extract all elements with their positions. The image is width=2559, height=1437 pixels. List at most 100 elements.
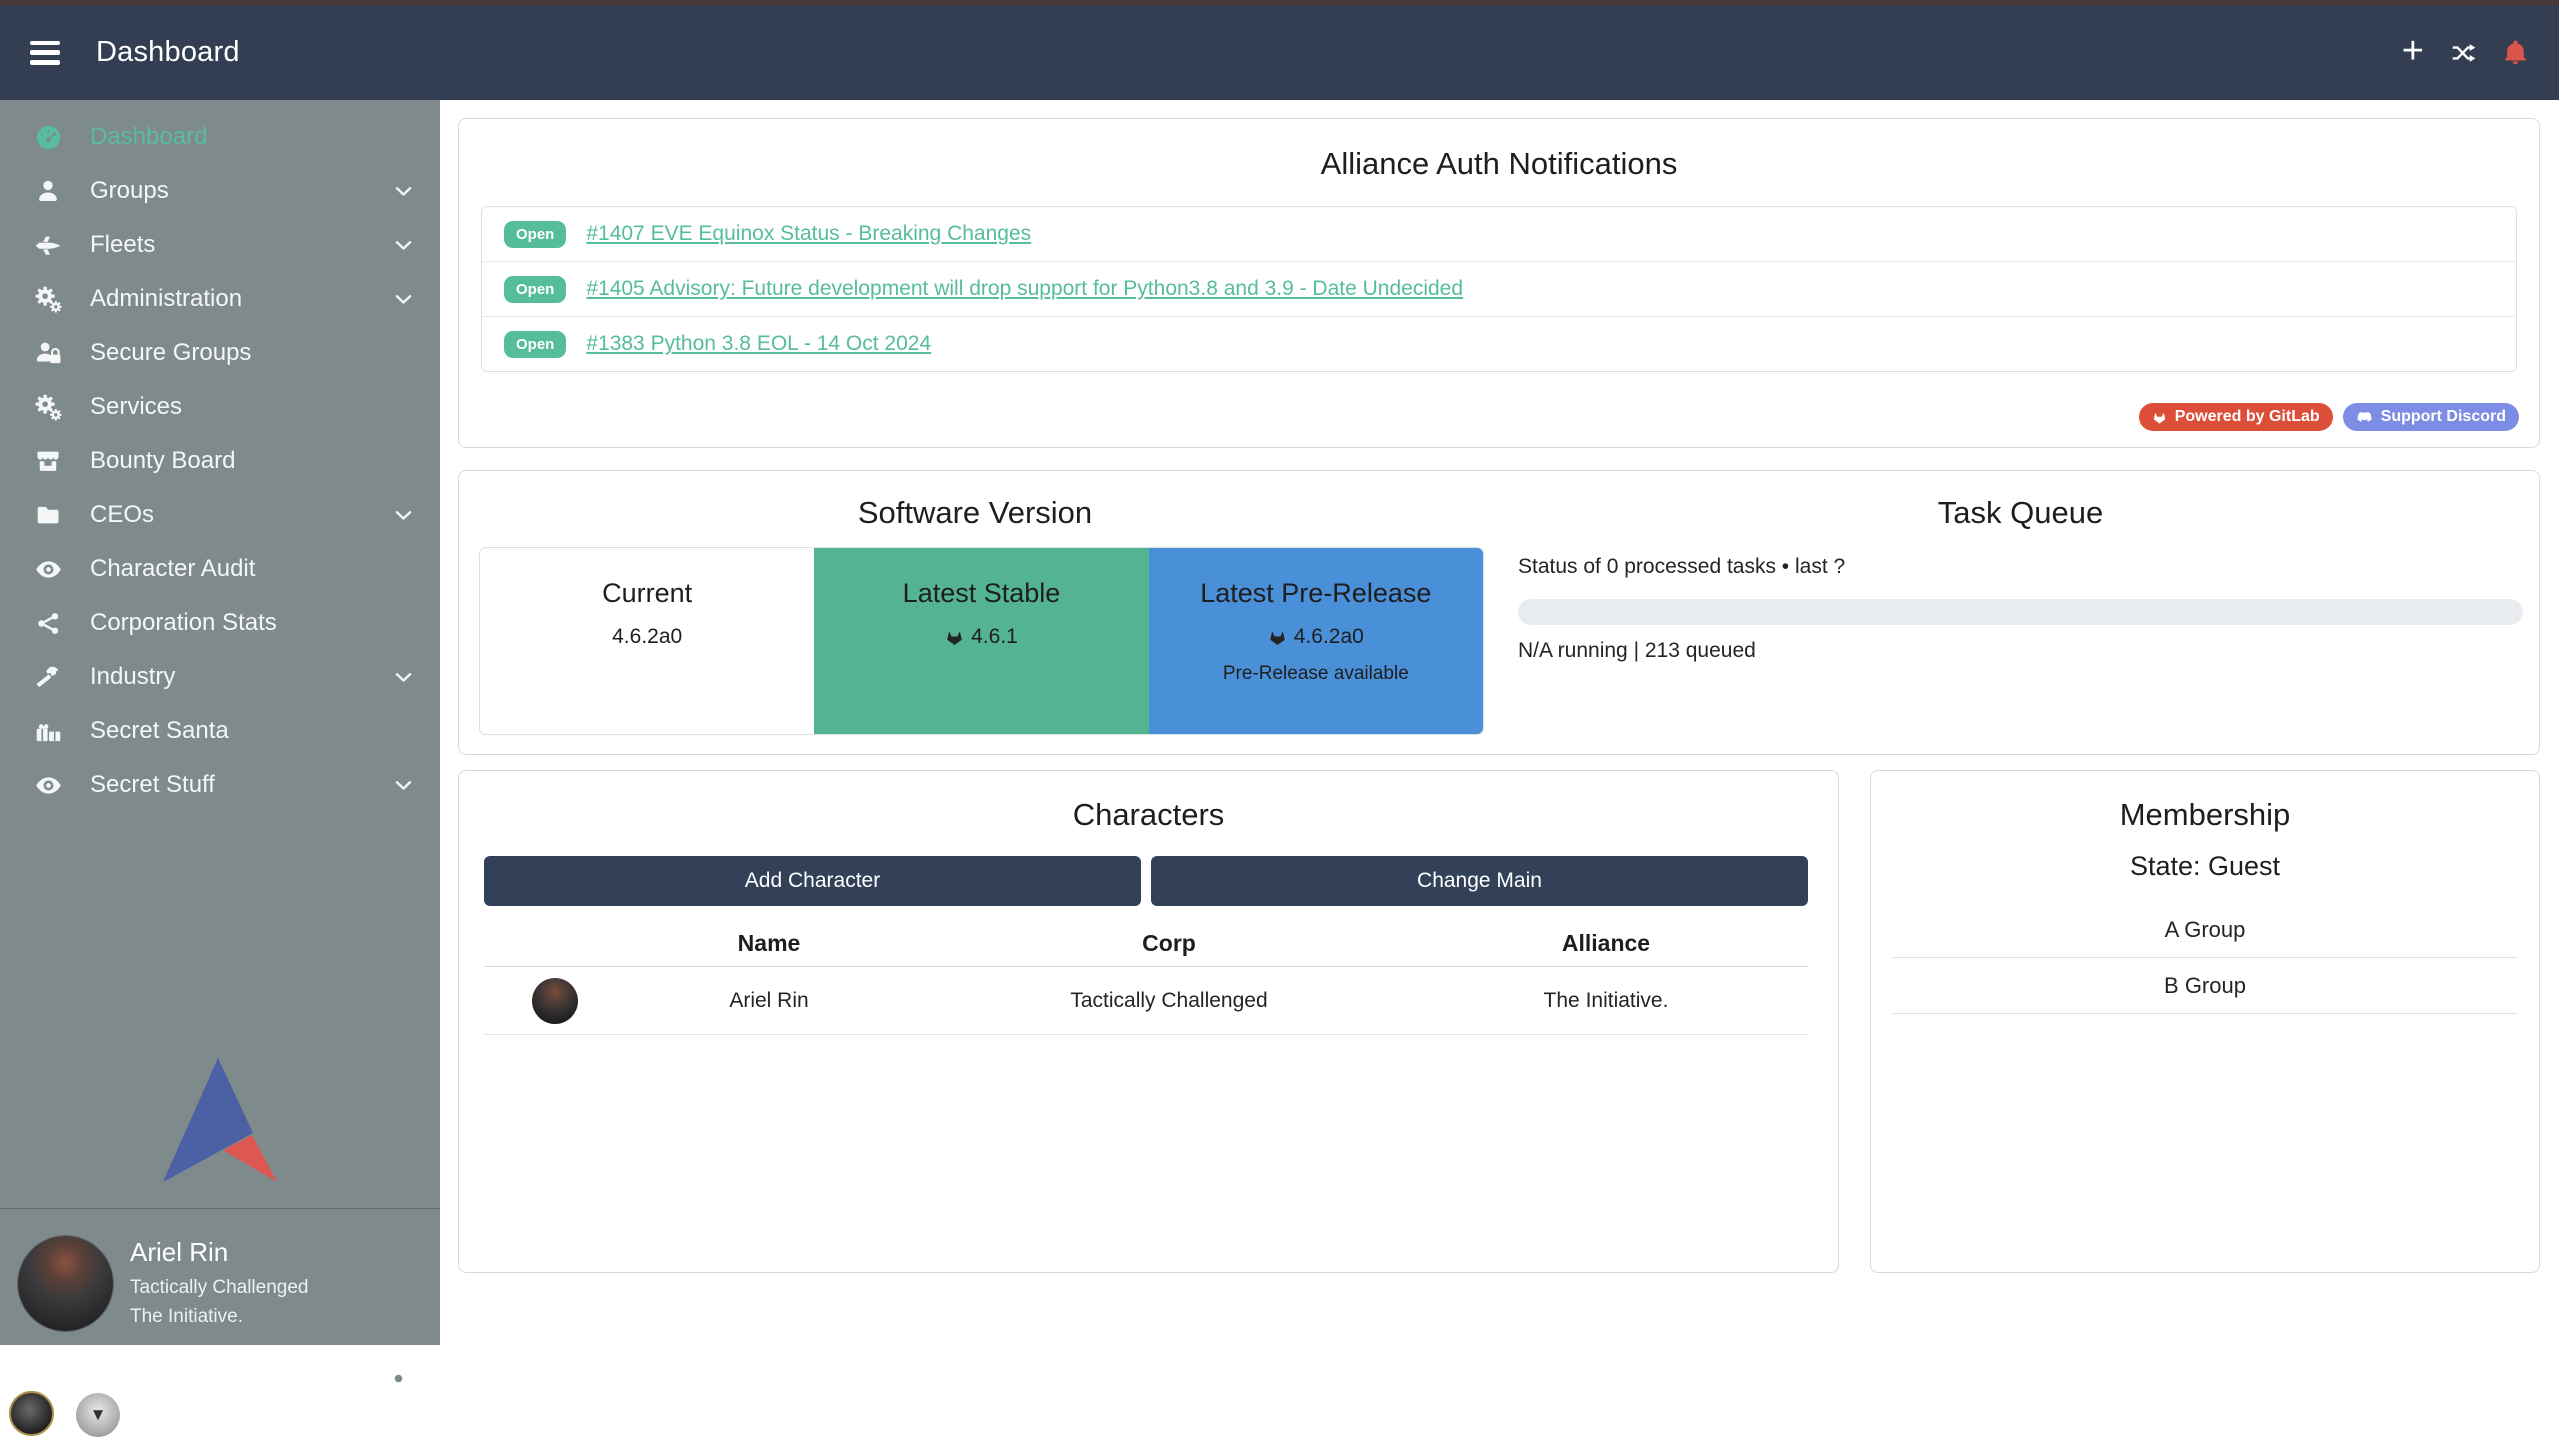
character-row: Ariel Rin Tactically Challenged The Init… bbox=[484, 967, 1808, 1035]
status-badge: Open bbox=[504, 276, 566, 303]
hamburger-menu-icon[interactable] bbox=[30, 41, 60, 65]
header-alliance: Alliance bbox=[1404, 930, 1808, 957]
notifications-list: Open #1407 EVE Equinox Status - Breaking… bbox=[481, 206, 2517, 372]
sidebar-item-bounty-board[interactable]: Bounty Board bbox=[0, 434, 440, 488]
gauge-icon bbox=[30, 124, 66, 151]
add-character-button[interactable]: Add Character bbox=[484, 856, 1141, 906]
status-badge: Open bbox=[504, 331, 566, 358]
alliance-logo-badge: ▼ bbox=[76, 1393, 120, 1437]
software-version-card: Software Version Current 4.6.2a0 Latest … bbox=[458, 470, 2540, 755]
characters-card: Characters Add Character Change Main Nam… bbox=[458, 770, 1839, 1273]
character-avatar bbox=[532, 978, 578, 1024]
membership-title: Membership bbox=[1871, 797, 2539, 833]
notification-row: Open #1407 EVE Equinox Status - Breaking… bbox=[482, 207, 2516, 262]
discord-icon bbox=[2356, 409, 2373, 426]
status-badge: Open bbox=[504, 221, 566, 248]
version-stable-cell: Latest Stable 4.6.1 bbox=[814, 548, 1148, 734]
sidebar-item-secret-santa[interactable]: Secret Santa bbox=[0, 704, 440, 758]
shuffle-icon[interactable] bbox=[2450, 40, 2476, 66]
user-lock-icon bbox=[30, 340, 66, 367]
sidebar: Dashboard Groups Fleets Administration S… bbox=[0, 100, 440, 1345]
sidebar-item-administration[interactable]: Administration bbox=[0, 272, 440, 326]
user-icon bbox=[30, 178, 66, 204]
software-version-section: Software Version Current 4.6.2a0 Latest … bbox=[459, 471, 1491, 754]
sidebar-item-fleets[interactable]: Fleets bbox=[0, 218, 440, 272]
characters-table-header: Name Corp Alliance bbox=[484, 921, 1808, 967]
eye-icon bbox=[30, 556, 66, 583]
character-name: Ariel Rin bbox=[604, 989, 934, 1013]
sidebar-item-industry[interactable]: Industry bbox=[0, 650, 440, 704]
user-panel: ▼ Ariel Rin Tactically Challenged The In… bbox=[0, 1225, 440, 1345]
group-list-item: A Group bbox=[1893, 902, 2517, 958]
characters-title: Characters bbox=[459, 797, 1838, 833]
chevron-down-icon bbox=[393, 667, 414, 688]
sidebar-item-dashboard[interactable]: Dashboard bbox=[0, 110, 440, 164]
folder-icon bbox=[30, 502, 66, 528]
sidebar-item-ceos[interactable]: CEOs bbox=[0, 488, 440, 542]
gears-icon bbox=[30, 394, 66, 421]
group-list-item: B Group bbox=[1893, 958, 2517, 1014]
main-content: Alliance Auth Notifications Open #1407 E… bbox=[440, 100, 2559, 1345]
software-version-title: Software Version bbox=[459, 495, 1491, 531]
membership-groups-list: A Group B Group bbox=[1893, 902, 2517, 1014]
task-queue-section: Task Queue Status of 0 processed tasks •… bbox=[1518, 471, 2523, 754]
user-avatar bbox=[18, 1236, 113, 1331]
bell-icon[interactable] bbox=[2502, 39, 2529, 66]
alliance-auth-app: Dashboard + Dashboard Groups Fleets bbox=[0, 0, 2559, 1345]
gitlab-icon bbox=[2152, 410, 2167, 425]
top-navbar: Dashboard + bbox=[0, 0, 2559, 100]
chevron-down-icon bbox=[393, 775, 414, 796]
sidebar-item-groups[interactable]: Groups bbox=[0, 164, 440, 218]
sidebar-item-secret-stuff[interactable]: Secret Stuff bbox=[0, 758, 440, 812]
header-corp: Corp bbox=[934, 930, 1404, 957]
characters-table: Name Corp Alliance Ariel Rin Tactically … bbox=[484, 921, 1808, 1035]
notifications-title: Alliance Auth Notifications bbox=[459, 146, 2539, 182]
chevron-down-icon bbox=[393, 289, 414, 310]
store-icon bbox=[30, 448, 66, 474]
notification-link[interactable]: #1383 Python 3.8 EOL - 14 Oct 2024 bbox=[586, 332, 931, 356]
corp-logo-badge bbox=[9, 1391, 54, 1436]
notifications-card: Alliance Auth Notifications Open #1407 E… bbox=[458, 118, 2540, 448]
task-queue-progressbar bbox=[1518, 599, 2523, 625]
sidebar-divider bbox=[0, 1208, 440, 1209]
page-title: Dashboard bbox=[96, 36, 240, 69]
chevron-down-icon bbox=[393, 235, 414, 256]
task-queue-title: Task Queue bbox=[1518, 495, 2523, 531]
character-alliance: The Initiative. bbox=[1404, 989, 1808, 1013]
sidebar-item-corporation-stats[interactable]: Corporation Stats bbox=[0, 596, 440, 650]
chevron-down-icon bbox=[393, 505, 414, 526]
share-icon bbox=[30, 611, 66, 636]
sidebar-item-character-audit[interactable]: Character Audit bbox=[0, 542, 440, 596]
eye-icon bbox=[30, 772, 66, 799]
gifts-icon bbox=[30, 718, 66, 745]
sidebar-item-secure-groups[interactable]: Secure Groups bbox=[0, 326, 440, 380]
change-main-button[interactable]: Change Main bbox=[1151, 856, 1808, 906]
version-prerelease-cell: Latest Pre-Release 4.6.2a0 Pre-Release a… bbox=[1149, 548, 1483, 734]
alliance-logo bbox=[162, 1058, 277, 1182]
user-alliance: The Initiative. bbox=[130, 1306, 309, 1328]
user-settings-gear-icon[interactable] bbox=[383, 1363, 414, 1394]
support-discord-button[interactable]: Support Discord bbox=[2343, 403, 2519, 431]
user-name: Ariel Rin bbox=[130, 1237, 309, 1268]
notification-row: Open #1405 Advisory: Future development … bbox=[482, 262, 2516, 317]
user-corp: Tactically Challenged bbox=[130, 1277, 309, 1299]
task-queue-status: Status of 0 processed tasks • last ? bbox=[1518, 555, 1845, 579]
hammer-icon bbox=[30, 664, 66, 690]
task-queue-summary: N/A running | 213 queued bbox=[1518, 639, 1756, 663]
prerelease-note: Pre-Release available bbox=[1149, 663, 1483, 685]
chevron-down-icon bbox=[393, 181, 414, 202]
powered-by-gitlab-button[interactable]: Powered by GitLab bbox=[2139, 403, 2333, 431]
notification-link[interactable]: #1407 EVE Equinox Status - Breaking Chan… bbox=[586, 222, 1031, 246]
plus-icon[interactable]: + bbox=[2402, 32, 2424, 70]
sidebar-item-services[interactable]: Services bbox=[0, 380, 440, 434]
notification-row: Open #1383 Python 3.8 EOL - 14 Oct 2024 bbox=[482, 317, 2516, 371]
membership-state: State: Guest bbox=[1871, 851, 2539, 882]
shuttle-icon bbox=[30, 231, 66, 259]
header-name: Name bbox=[604, 930, 934, 957]
character-corp: Tactically Challenged bbox=[934, 989, 1404, 1013]
gitlab-icon bbox=[945, 628, 964, 647]
membership-card: Membership State: Guest A Group B Group bbox=[1870, 770, 2540, 1273]
gitlab-icon bbox=[1268, 628, 1287, 647]
version-table: Current 4.6.2a0 Latest Stable 4.6.1 Late… bbox=[479, 547, 1484, 735]
notification-link[interactable]: #1405 Advisory: Future development will … bbox=[586, 277, 1463, 301]
